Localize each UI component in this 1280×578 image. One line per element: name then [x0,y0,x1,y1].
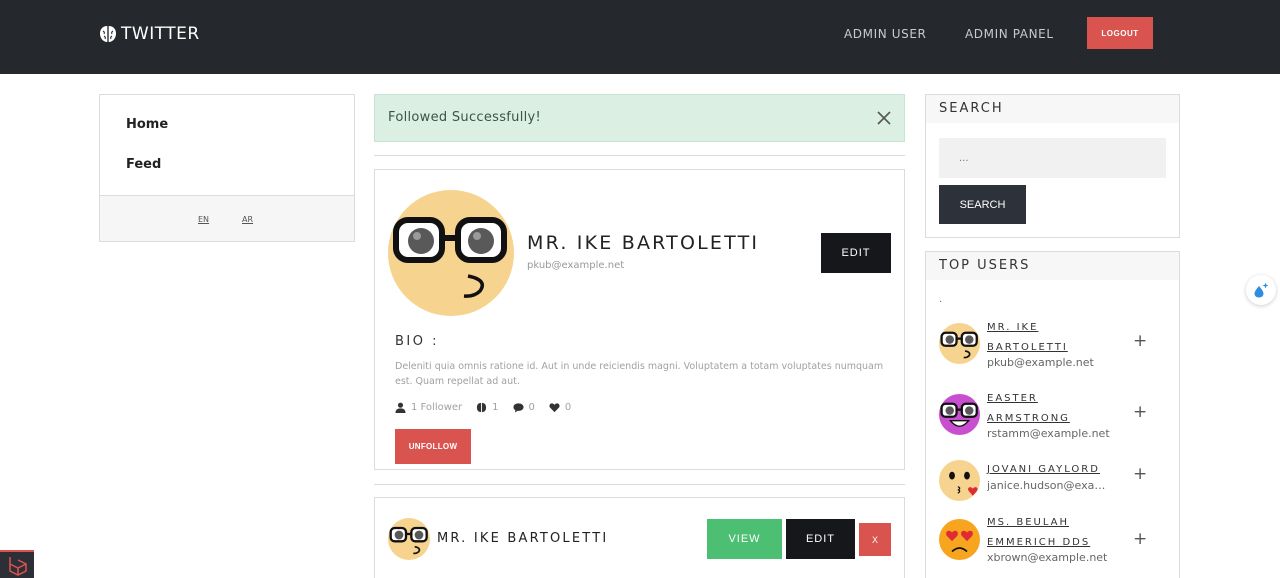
laravel-icon [9,557,27,576]
follow-plus-icon[interactable]: + [1133,529,1147,549]
followers-count: 1 Follower [411,402,463,413]
language-switcher: EN AR [100,195,354,241]
profile-stats: 1 Follower 1 0 0 [395,402,585,413]
top-users-title: TOP USERS [926,252,1179,280]
top-user-email: xbrown@example.net [987,551,1108,564]
user-card-name: MR. IKE BARTOLETTI [437,531,609,546]
nerd-face-icon [388,518,430,560]
top-user-name[interactable]: EASTER ARMSTRONG [987,389,1111,429]
edit-profile-button[interactable]: EDIT [821,233,891,273]
lang-en-link[interactable]: EN [198,215,209,224]
sidebar-item-home[interactable]: Home [126,117,168,132]
comment-icon [513,403,524,413]
placeholder-dot: . [939,294,943,305]
nerd-face-icon [388,190,514,316]
alert-message: Followed Successfully! [388,110,542,125]
lang-ar-link[interactable]: AR [242,215,253,224]
view-button[interactable]: VIEW [707,519,782,559]
top-user-name[interactable]: JOVANI GAYLORD [987,460,1111,480]
divider [374,484,905,485]
kissing-face-icon [939,460,980,501]
comments-stat: 0 [513,402,535,413]
top-user-name[interactable]: MS. BEULAH EMMERICH DDS [987,513,1111,553]
debug-corner-button[interactable] [0,550,34,578]
brand-name: TWITTER [121,24,200,44]
follow-plus-icon[interactable]: + [1133,331,1147,351]
nav-admin-user[interactable]: ADMIN USER [844,27,926,41]
delete-button[interactable]: X [859,523,891,556]
search-button[interactable]: SEARCH [939,185,1026,224]
nerd-face-icon [939,323,980,364]
search-title: SEARCH [926,95,1179,123]
likes-stat: 0 [549,402,571,413]
left-sidebar: Home Feed EN AR [99,94,355,242]
profile-email: pkub@example.net [527,260,625,271]
search-panel: SEARCH SEARCH [925,94,1180,238]
water-drop-sparkle-icon [1254,282,1269,298]
nav-admin-panel[interactable]: ADMIN PANEL [965,27,1054,41]
followers-stat[interactable]: 1 Follower [395,402,462,413]
brain-icon [477,402,487,413]
edit-button[interactable]: EDIT [786,519,855,559]
search-input[interactable] [939,138,1166,178]
top-user-name[interactable]: MR. IKE BARTOLETTI [987,318,1111,358]
user-icon [395,402,406,413]
top-user-email: rstamm@example.net [987,427,1110,440]
brand-logo[interactable]: TWITTER [98,22,200,46]
comments-count: 0 [528,402,535,413]
likes-count: 0 [564,402,572,413]
profile-name: MR. IKE BARTOLETTI [527,232,760,254]
brain-icon [100,26,116,42]
sidebar-item-feed[interactable]: Feed [126,157,161,172]
purple-nerd-face-icon [939,394,980,435]
success-alert: Followed Successfully! [374,94,905,142]
tweets-stat: 1 [476,402,499,413]
follow-plus-icon[interactable]: + [1133,464,1147,484]
heart-eyes-sad-face-icon [939,519,980,560]
bio-label: BIO : [395,334,439,349]
top-users-panel: TOP USERS . MR. IKE BARTOLETTI pkub@exam… [925,251,1180,578]
heart-icon [549,403,560,413]
divider [374,155,905,156]
profile-card: MR. IKE BARTOLETTI pkub@example.net EDIT… [374,169,905,470]
follow-plus-icon[interactable]: + [1133,402,1147,422]
unfollow-button[interactable]: UNFOLLOW [395,429,471,464]
tweets-count: 1 [492,402,499,413]
top-navbar: TWITTER ADMIN USER ADMIN PANEL LOGOUT [0,0,1280,74]
bio-text: Deleniti quia omnis ratione id. Aut in u… [395,361,884,387]
top-user-email: janice.hudson@example.net [987,479,1111,492]
close-icon[interactable] [875,109,893,127]
top-user-email: pkub@example.net [987,356,1094,369]
user-card: MR. IKE BARTOLETTI VIEW EDIT X [374,497,905,578]
extension-float-button[interactable] [1246,275,1276,305]
logout-button[interactable]: LOGOUT [1087,17,1153,49]
